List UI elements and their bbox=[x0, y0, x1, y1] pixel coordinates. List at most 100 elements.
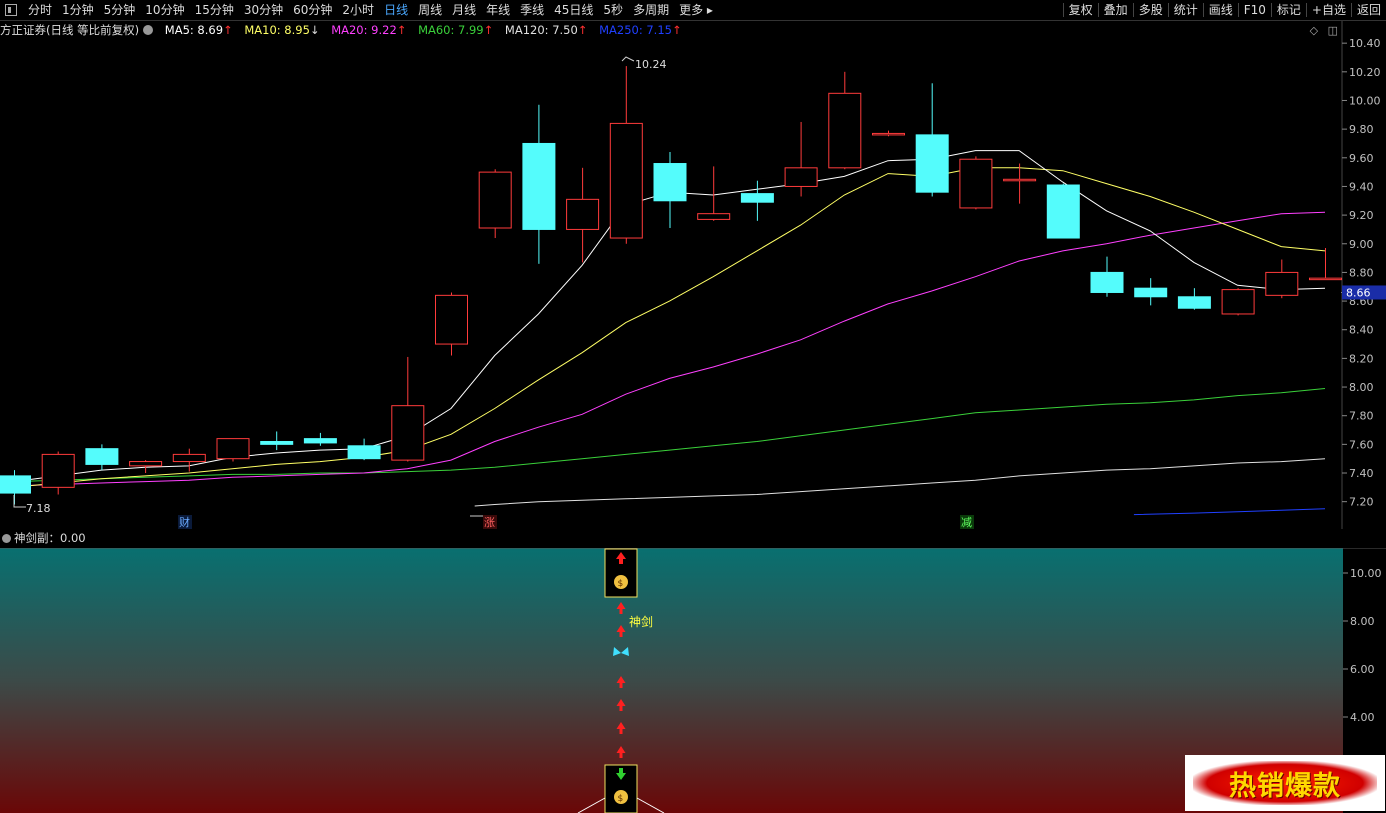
candle[interactable] bbox=[1309, 248, 1342, 281]
candle-body bbox=[347, 445, 381, 460]
candle-body bbox=[1177, 296, 1211, 309]
candle[interactable] bbox=[41, 451, 75, 495]
candle-body bbox=[1221, 289, 1255, 315]
candle[interactable] bbox=[172, 448, 206, 472]
toolbar-actions: 复权 叠加 多股 统计 画线 F10 标记 +自选 返回 bbox=[1062, 0, 1386, 20]
money-bag-icon-bottom: $ bbox=[614, 790, 628, 804]
axis-tick-label: 8.00 bbox=[1349, 381, 1374, 394]
candlestick-chart[interactable]: 10.40 10.20 10.00 9.80 9.60 9.40 9.20 9.00 8.80 8… bbox=[0, 21, 1386, 529]
sub-axis-tick-label: 4.00 bbox=[1350, 711, 1375, 724]
candle[interactable] bbox=[522, 104, 556, 264]
axis-tick-label: 7.40 bbox=[1349, 467, 1374, 480]
candle[interactable] bbox=[435, 292, 468, 356]
event-cai[interactable]: 财 bbox=[179, 515, 190, 529]
candle-body bbox=[1265, 271, 1299, 296]
period-tab[interactable]: 5秒 bbox=[598, 0, 628, 20]
candle[interactable] bbox=[1046, 183, 1080, 239]
candle[interactable] bbox=[740, 180, 774, 221]
candle[interactable] bbox=[872, 130, 905, 137]
candle[interactable] bbox=[653, 152, 687, 228]
high-pointer bbox=[621, 56, 635, 62]
candle[interactable] bbox=[1003, 163, 1037, 204]
candle[interactable] bbox=[1134, 278, 1168, 306]
toolbar-button[interactable]: 多股 bbox=[1134, 0, 1168, 20]
money-bag-icon: $ bbox=[614, 575, 628, 589]
candle[interactable] bbox=[260, 431, 294, 451]
candle[interactable] bbox=[784, 121, 818, 197]
period-tab[interactable]: 分时 bbox=[23, 0, 57, 20]
candle[interactable] bbox=[609, 66, 643, 244]
toolbar-button[interactable]: 画线 bbox=[1204, 0, 1238, 20]
sub-panel-background bbox=[0, 548, 1343, 813]
period-tab[interactable]: 45日线 bbox=[549, 0, 598, 20]
hot-sale-badge: 热销爆款 bbox=[1185, 755, 1385, 811]
candle-body bbox=[1134, 287, 1168, 298]
period-tab[interactable]: 10分钟 bbox=[140, 0, 189, 20]
period-tab[interactable]: 多周期 bbox=[628, 0, 674, 20]
toolbar-button[interactable]: 标记 bbox=[1272, 0, 1306, 20]
candle[interactable] bbox=[1221, 288, 1255, 316]
period-tab[interactable]: 2小时 bbox=[337, 0, 379, 20]
ma20-line bbox=[13, 211, 1326, 487]
sub-axis-tick-label: 8.00 bbox=[1350, 615, 1375, 628]
toolbar-button[interactable]: 返回 bbox=[1352, 0, 1386, 20]
period-tab[interactable]: 更多 ▸ bbox=[674, 0, 718, 20]
ma250-line bbox=[1133, 508, 1326, 516]
candle-body bbox=[85, 448, 119, 465]
candle-body bbox=[303, 438, 337, 444]
toolbar-button[interactable]: +自选 bbox=[1307, 0, 1351, 20]
candle[interactable] bbox=[959, 156, 993, 210]
candle[interactable] bbox=[0, 470, 31, 505]
toolbar-button[interactable]: F10 bbox=[1239, 0, 1271, 20]
axis-tick-label: 10.20 bbox=[1349, 66, 1381, 79]
candle-body bbox=[129, 461, 163, 467]
toolbar-button[interactable]: 叠加 bbox=[1099, 0, 1133, 20]
period-tab[interactable]: 年线 bbox=[481, 0, 515, 20]
period-tab[interactable]: 5分钟 bbox=[99, 0, 141, 20]
period-tab[interactable]: 30分钟 bbox=[239, 0, 288, 20]
menu-toggle-icon[interactable] bbox=[5, 4, 17, 16]
ma60-line bbox=[13, 388, 1326, 483]
candle[interactable] bbox=[216, 438, 250, 462]
sub-panel-gear-icon[interactable] bbox=[2, 534, 11, 543]
period-tab[interactable]: 60分钟 bbox=[288, 0, 337, 20]
candle[interactable] bbox=[85, 444, 119, 471]
toolbar-button[interactable]: 复权 bbox=[1064, 0, 1098, 20]
candle-body bbox=[872, 132, 905, 136]
event-zhang[interactable]: 涨 bbox=[484, 516, 495, 529]
candle[interactable] bbox=[391, 356, 425, 462]
candle-body bbox=[740, 193, 774, 203]
axis-tick-label: 8.40 bbox=[1349, 324, 1374, 337]
period-tab[interactable]: 月线 bbox=[447, 0, 481, 20]
candle-body bbox=[260, 440, 294, 445]
period-tab[interactable]: 周线 bbox=[413, 0, 447, 20]
sub-axis-tick-label: 6.00 bbox=[1350, 663, 1375, 676]
sub-panel-legend: 神剑副：0.00 bbox=[0, 530, 86, 547]
shenjian-indicator-panel[interactable]: 10.00 8.00 6.00 4.00 $ 神剑 $ bbox=[0, 548, 1386, 813]
axis-tick-label: 9.20 bbox=[1349, 209, 1374, 222]
axis-tick-label: 7.80 bbox=[1349, 410, 1374, 423]
candle[interactable] bbox=[566, 167, 600, 263]
candle[interactable] bbox=[1090, 256, 1124, 297]
candle-body bbox=[915, 134, 949, 193]
candle[interactable] bbox=[478, 169, 512, 239]
axis-tick-label: 8.20 bbox=[1349, 352, 1374, 365]
candle[interactable] bbox=[303, 432, 337, 446]
period-tab[interactable]: 季线 bbox=[515, 0, 549, 20]
candle-body bbox=[1309, 277, 1342, 281]
svg-text:$: $ bbox=[618, 579, 624, 589]
candle[interactable] bbox=[1265, 259, 1299, 299]
candle-body bbox=[828, 92, 862, 169]
period-tab[interactable]: 1分钟 bbox=[57, 0, 99, 20]
candle[interactable] bbox=[1177, 288, 1211, 310]
period-tab[interactable]: 15分钟 bbox=[190, 0, 239, 20]
candle-body bbox=[1090, 271, 1124, 293]
candle[interactable] bbox=[347, 438, 381, 461]
event-jian[interactable]: 减 bbox=[961, 516, 972, 529]
candle[interactable] bbox=[915, 83, 949, 197]
candle[interactable] bbox=[828, 71, 862, 170]
high-label: 10.24 bbox=[635, 58, 667, 71]
period-tab[interactable]: 日线 bbox=[379, 0, 413, 20]
toolbar-button[interactable]: 统计 bbox=[1169, 0, 1203, 20]
hot-sale-text: 热销爆款 bbox=[1229, 770, 1341, 802]
